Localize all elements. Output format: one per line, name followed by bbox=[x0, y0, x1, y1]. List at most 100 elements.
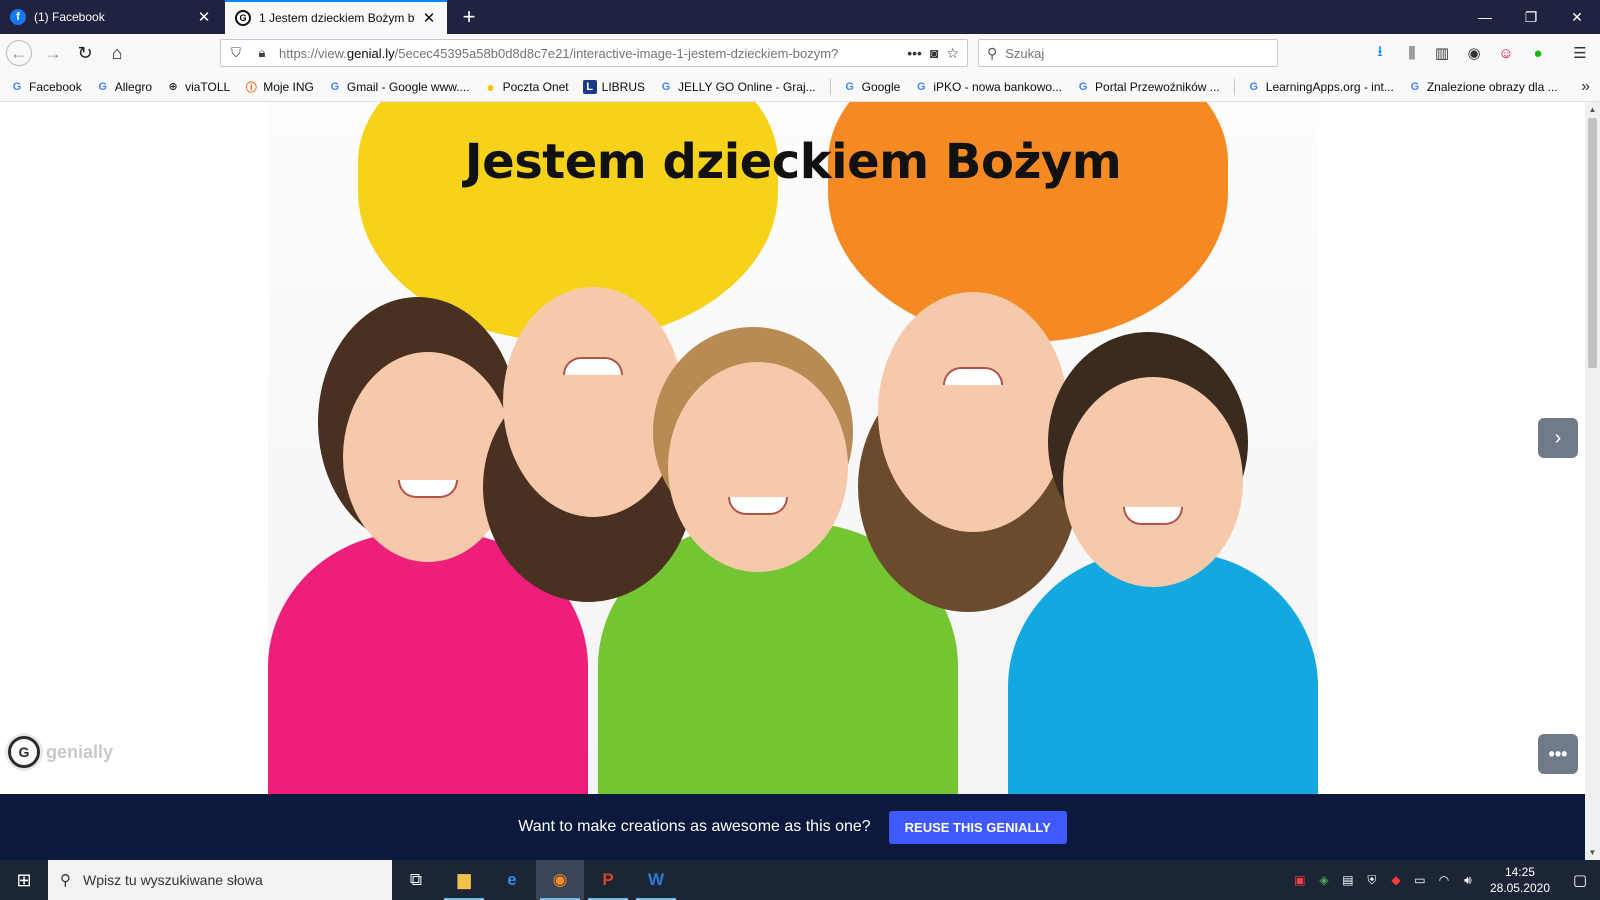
file-explorer-icon[interactable]: ▆ bbox=[440, 860, 488, 900]
url-bar[interactable]: ⛉ 🔒︎ https://view.genial.ly/5ecec45395a5… bbox=[220, 39, 968, 67]
google-icon: G bbox=[1249, 80, 1259, 93]
firefox-icon[interactable]: ◉ bbox=[536, 860, 584, 900]
genially-logo[interactable]: G genially bbox=[8, 736, 113, 768]
tab-title: 1 Jestem dzieckiem Bożym by ł bbox=[259, 11, 415, 25]
hero-image: Jestem dzieckiem Bożym bbox=[268, 102, 1318, 794]
vertical-scrollbar[interactable]: ▲ ▼ bbox=[1585, 102, 1600, 860]
extension-green-icon[interactable]: ● bbox=[1526, 41, 1550, 65]
powerpoint-icon[interactable]: P bbox=[584, 860, 632, 900]
library-icon[interactable]: ⫼ bbox=[1400, 41, 1424, 65]
restore-button[interactable]: ❐ bbox=[1508, 0, 1554, 34]
google-icon: G bbox=[1410, 80, 1420, 93]
search-icon: ⚲ bbox=[60, 872, 71, 889]
scroll-up-icon[interactable]: ▲ bbox=[1585, 102, 1600, 117]
navigation-bar: ← → ↻ ⌂ ⛉ 🔒︎ https://view.genial.ly/5ece… bbox=[0, 34, 1600, 72]
tab-genially[interactable]: G 1 Jestem dzieckiem Bożym by ł ✕ bbox=[225, 0, 447, 34]
extension-icon[interactable]: ☺ bbox=[1494, 41, 1518, 65]
google-icon: G bbox=[1078, 80, 1088, 93]
search-bar[interactable]: ⚲ Szukaj bbox=[978, 39, 1278, 67]
lock-icon[interactable]: 🔒︎ bbox=[251, 42, 273, 64]
bookmark-item[interactable]: G JELLY GO Online - Graj... bbox=[659, 80, 816, 94]
system-tray: ▣ ◈ ▤ ⛨ ◆ ▭ ◠ 🔊︎ 14:25 28.05.2020 ▢ bbox=[1288, 860, 1600, 900]
tab-title: (1) Facebook bbox=[34, 10, 105, 24]
bookmark-item[interactable]: G Znalezione obrazy dla ... bbox=[1408, 80, 1558, 94]
new-tab-button[interactable]: + bbox=[456, 4, 482, 30]
clock-time: 14:25 bbox=[1504, 865, 1535, 879]
page-title: Jestem dzieckiem Bożym bbox=[464, 134, 1122, 190]
more-options-button[interactable]: ••• bbox=[1538, 734, 1578, 774]
volume-icon[interactable]: 🔊︎ bbox=[1456, 860, 1480, 900]
bookmark-separator bbox=[829, 78, 831, 95]
scroll-down-icon[interactable]: ▼ bbox=[1585, 845, 1600, 860]
downloads-icon[interactable]: ⭳ bbox=[1368, 41, 1392, 65]
task-view-icon[interactable]: ⧉ bbox=[392, 860, 440, 900]
taskbar: ⊞ ⚲ Wpisz tu wyszukiwane słowa ⧉ ▆ e ◉ P… bbox=[0, 860, 1600, 900]
account-icon[interactable]: ◉ bbox=[1462, 41, 1486, 65]
bookmark-separator bbox=[1233, 78, 1235, 95]
decor bbox=[878, 292, 1068, 532]
minimize-button[interactable]: — bbox=[1462, 0, 1508, 34]
bookmark-item[interactable]: ⊕ viaTOLL bbox=[166, 80, 230, 94]
clock[interactable]: 14:25 28.05.2020 bbox=[1480, 864, 1560, 896]
genially-logo-text: genially bbox=[46, 741, 114, 762]
bookmark-item[interactable]: G LearningApps.org - int... bbox=[1247, 80, 1393, 94]
menu-icon[interactable]: ☰ bbox=[1568, 41, 1592, 65]
reload-button[interactable]: ↻ bbox=[72, 40, 98, 66]
bookmark-item[interactable]: G Portal Przewoźników ... bbox=[1076, 80, 1220, 94]
bookmark-item[interactable]: G Google bbox=[843, 80, 900, 94]
word-icon[interactable]: W bbox=[632, 860, 680, 900]
decor bbox=[1063, 377, 1243, 587]
more-bookmarks-icon[interactable]: » bbox=[1581, 78, 1590, 96]
google-icon: G bbox=[661, 80, 671, 93]
onet-icon: ● bbox=[486, 78, 495, 95]
bookmark-item[interactable]: G Gmail - Google www.... bbox=[328, 80, 470, 94]
facebook-icon: f bbox=[10, 9, 26, 25]
page-actions-icon[interactable]: ••• bbox=[907, 45, 922, 61]
search-icon: ⚲ bbox=[987, 44, 998, 61]
promo-banner: Want to make creations as awesome as thi… bbox=[0, 794, 1585, 860]
tab-strip: f (1) Facebook ✕ G 1 Jestem dzieckiem Bo… bbox=[0, 0, 1600, 34]
notifications-icon[interactable]: ▢ bbox=[1560, 860, 1600, 900]
close-window-button[interactable]: ✕ bbox=[1554, 0, 1600, 34]
bookmark-star-icon[interactable]: ☆ bbox=[946, 45, 959, 62]
url-text[interactable]: https://view.genial.ly/5ecec45395a58b0d8… bbox=[273, 46, 907, 61]
tray-app-icon[interactable]: ◈ bbox=[1312, 860, 1336, 900]
close-tab-icon[interactable]: ✕ bbox=[196, 9, 212, 26]
forward-button[interactable]: → bbox=[40, 40, 66, 66]
close-tab-icon[interactable]: ✕ bbox=[421, 10, 437, 27]
decor bbox=[1008, 552, 1318, 794]
ing-icon: ⓘ bbox=[245, 81, 257, 94]
sidebar-icon[interactable]: ▥ bbox=[1430, 41, 1454, 65]
tab-facebook[interactable]: f (1) Facebook ✕ bbox=[0, 0, 222, 34]
bookmark-item[interactable]: G Allegro bbox=[96, 80, 152, 94]
globe-icon: ⊕ bbox=[168, 81, 178, 93]
tray-app-icon[interactable]: ▤ bbox=[1336, 860, 1360, 900]
wifi-icon[interactable]: ◠ bbox=[1432, 860, 1456, 900]
bookmark-item[interactable]: ● Poczta Onet bbox=[484, 78, 568, 95]
bookmark-item[interactable]: GiPKO - nowa bankowo... bbox=[914, 80, 1062, 94]
reuse-genially-button[interactable]: REUSE THIS GENIALLY bbox=[888, 810, 1067, 844]
search-placeholder: Szukaj bbox=[1005, 45, 1045, 61]
bookmarks-toolbar: G Facebook G Allegro ⊕ viaTOLL ⓘ Moje ING GG… bbox=[0, 72, 1600, 102]
pocket-icon[interactable]: ◙ bbox=[930, 45, 938, 61]
home-button[interactable]: ⌂ bbox=[104, 40, 130, 66]
page-content: Jestem dzieckiem Bożym G genially › ••• … bbox=[0, 102, 1585, 860]
scroll-thumb[interactable] bbox=[1588, 118, 1597, 368]
genially-logo-icon: G bbox=[8, 736, 40, 768]
bookmark-item[interactable]: ⓘ Moje ING bbox=[244, 80, 314, 94]
taskbar-search[interactable]: ⚲ Wpisz tu wyszukiwane słowa bbox=[48, 860, 392, 900]
windows-start-icon[interactable]: ⊞ bbox=[0, 860, 48, 900]
shield-icon[interactable]: ⛉ bbox=[225, 42, 247, 64]
antivirus-icon[interactable]: ▣ bbox=[1288, 860, 1312, 900]
bookmark-item[interactable]: G Facebook bbox=[10, 80, 82, 94]
bookmark-item[interactable]: L LIBRUS bbox=[582, 79, 645, 94]
back-button[interactable]: ← bbox=[6, 40, 32, 66]
clock-date: 28.05.2020 bbox=[1489, 881, 1550, 895]
next-slide-button[interactable]: › bbox=[1538, 418, 1578, 458]
edge-icon[interactable]: e bbox=[488, 860, 536, 900]
google-icon: G bbox=[330, 80, 340, 93]
shield-icon[interactable]: ⛨ bbox=[1360, 860, 1384, 900]
tray-app-icon[interactable]: ◆ bbox=[1384, 860, 1408, 900]
librus-icon: L bbox=[582, 79, 597, 94]
battery-icon[interactable]: ▭ bbox=[1408, 860, 1432, 900]
